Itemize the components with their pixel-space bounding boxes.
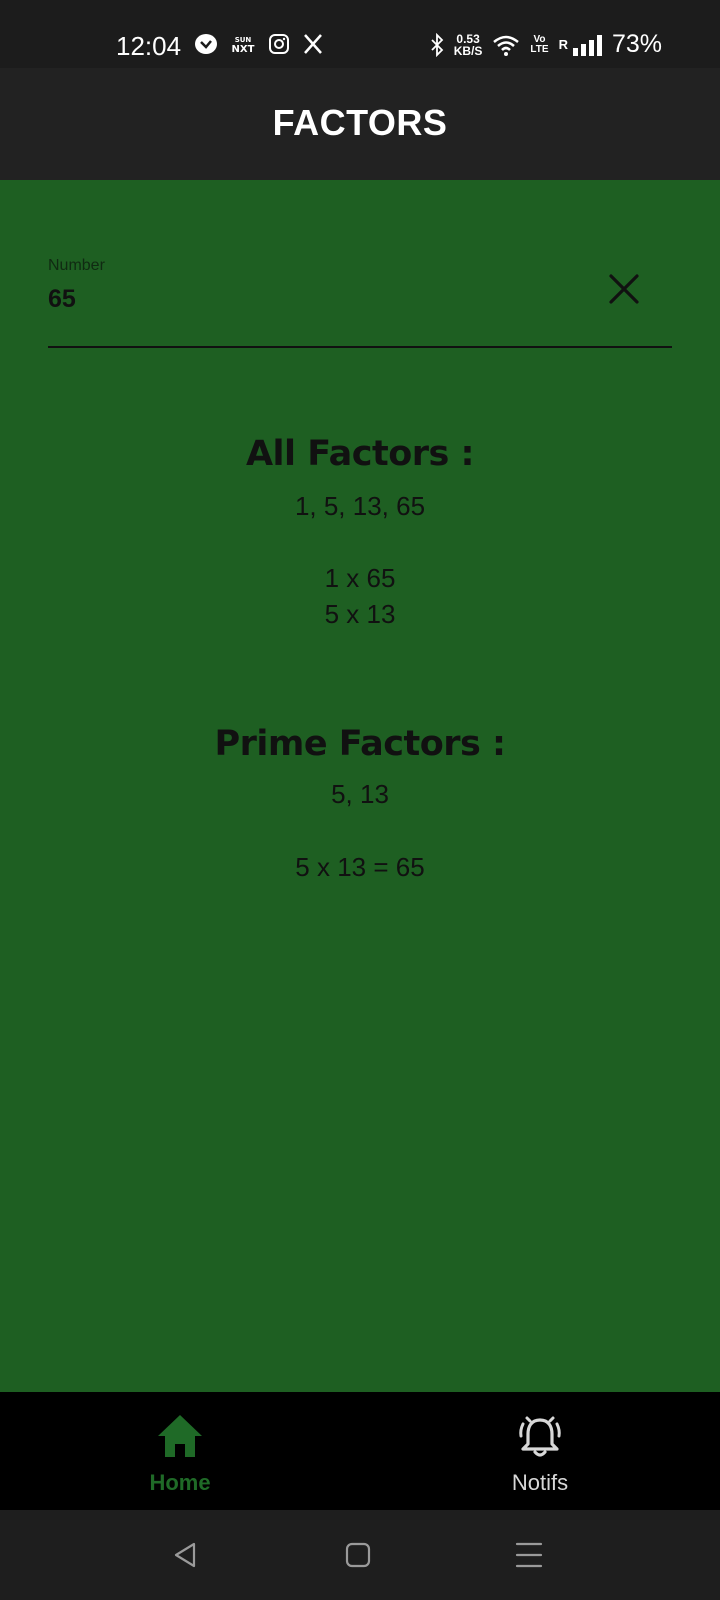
net-speed: 0.53 KB/S	[453, 31, 483, 58]
all-factors-title: All Factors :	[245, 434, 475, 474]
sun-nxt-icon: SUNNXT	[232, 36, 255, 54]
number-input[interactable]: 65	[48, 285, 76, 314]
roaming-indicator: R	[558, 37, 568, 52]
prime-factors-equation: 5 x 13 = 65	[295, 852, 425, 882]
signal-icon	[572, 34, 602, 56]
status-bar: 12:04 SUN NXT 0.53 KB/S Vo LTE R 73%	[0, 0, 720, 68]
back-icon[interactable]	[166, 1535, 206, 1575]
battery-level: 73%	[611, 30, 662, 58]
tab-notifs-label: Notifs	[511, 1470, 569, 1495]
number-field[interactable]: Number 65	[48, 250, 672, 348]
status-time: 12:04	[116, 31, 182, 61]
recents-icon[interactable]	[509, 1535, 549, 1575]
app-bar: FACTORS	[0, 68, 720, 180]
factor-pair: 5 x 13	[324, 599, 396, 629]
tab-notifs[interactable]: Notifs	[440, 1392, 640, 1510]
x-icon	[304, 34, 322, 54]
instagram-icon	[269, 34, 289, 54]
prime-factors-section: Prime Factors :	[0, 724, 720, 764]
prime-factors-title: Prime Factors :	[214, 724, 506, 764]
wifi-icon	[493, 35, 520, 56]
home-square-icon[interactable]	[338, 1535, 378, 1575]
bluetooth-icon	[431, 32, 444, 57]
bottom-nav: Home Notifs	[0, 1392, 720, 1510]
viu-icon	[195, 34, 217, 54]
prime-factors-list: 5, 13	[331, 779, 389, 809]
all-factors-section: All Factors :	[0, 434, 720, 474]
notification-icons: SUN NXT	[194, 33, 324, 55]
bell-icon	[519, 1416, 561, 1457]
page-title: FACTORS	[272, 102, 448, 143]
volte-indicator: Vo LTE	[530, 33, 549, 55]
tab-home[interactable]: Home	[80, 1392, 280, 1510]
svg-text:NXT: NXT	[232, 44, 255, 54]
clear-icon[interactable]	[606, 271, 642, 307]
number-field-label: Number	[48, 257, 105, 274]
tab-home-label: Home	[149, 1470, 211, 1495]
svg-text:SUN: SUN	[235, 36, 252, 44]
factor-pair: 1 x 65	[324, 563, 396, 593]
system-nav-bar	[0, 1510, 720, 1600]
all-factors-list: 1, 5, 13, 65	[294, 491, 426, 521]
home-icon	[158, 1415, 202, 1457]
